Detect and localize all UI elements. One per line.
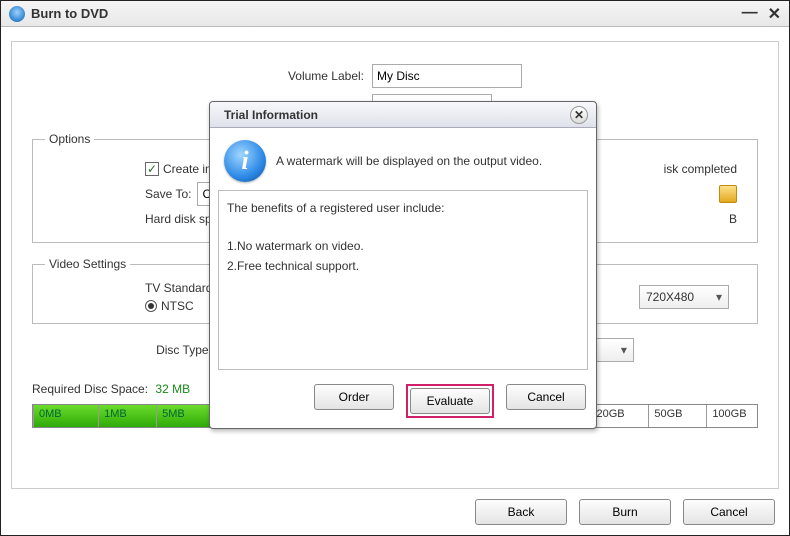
window-title: Burn to DVD <box>31 6 108 21</box>
dialog-body: The benefits of a registered user includ… <box>218 190 588 370</box>
required-space-value: 32 MB <box>155 382 190 396</box>
folder-icon[interactable] <box>719 185 737 203</box>
ntsc-radio[interactable] <box>145 300 157 312</box>
volume-label-label: Volume Label: <box>32 69 372 83</box>
hard-disk-trail: B <box>729 212 737 226</box>
ntsc-label: NTSC <box>161 299 194 313</box>
dialog-cancel-button[interactable]: Cancel <box>506 384 586 410</box>
close-button[interactable]: ✕ <box>768 4 781 24</box>
disc-type-label: Disc Type: <box>156 343 212 357</box>
benefit-2: 2.Free technical support. <box>227 257 579 276</box>
disc-type-dropdown[interactable] <box>592 338 634 362</box>
window-titlebar: Burn to DVD — ✕ <box>1 1 789 27</box>
resolution-dropdown[interactable]: 720X480 <box>639 285 729 309</box>
trial-info-dialog: Trial Information ✕ i A watermark will b… <box>209 101 597 429</box>
info-icon: i <box>224 140 266 182</box>
cancel-button[interactable]: Cancel <box>683 499 775 525</box>
volume-label-input[interactable] <box>372 64 522 88</box>
resolution-value: 720X480 <box>646 290 694 304</box>
burn-button[interactable]: Burn <box>579 499 671 525</box>
order-button[interactable]: Order <box>314 384 394 410</box>
benefits-intro: The benefits of a registered user includ… <box>227 199 579 218</box>
dialog-close-button[interactable]: ✕ <box>570 106 588 124</box>
dialog-title: Trial Information <box>224 108 318 122</box>
save-to-label: Save To: <box>145 187 191 201</box>
task-completed-text: isk completed <box>664 162 737 176</box>
required-space-label: Required Disc Space: <box>32 382 148 396</box>
app-icon <box>9 6 25 22</box>
close-icon: ✕ <box>574 108 584 122</box>
evaluate-highlight: Evaluate <box>406 384 494 418</box>
dialog-message: A watermark will be displayed on the out… <box>276 154 542 168</box>
options-legend: Options <box>45 132 94 146</box>
benefit-1: 1.No watermark on video. <box>227 237 579 256</box>
evaluate-button[interactable]: Evaluate <box>410 388 490 414</box>
back-button[interactable]: Back <box>475 499 567 525</box>
minimize-button[interactable]: — <box>742 4 758 24</box>
dialog-titlebar: Trial Information ✕ <box>210 102 596 128</box>
video-legend: Video Settings <box>45 257 130 271</box>
create-image-checkbox[interactable] <box>145 162 159 176</box>
